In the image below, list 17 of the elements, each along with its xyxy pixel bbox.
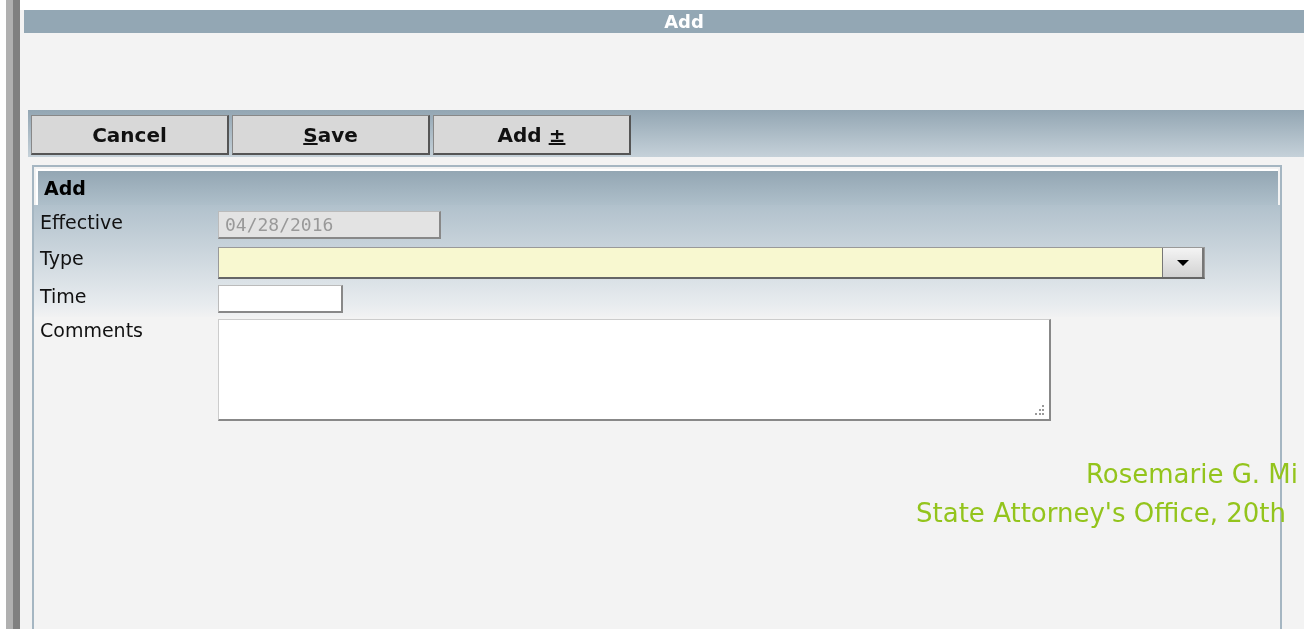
panel-title: Add: [44, 177, 86, 199]
resize-grip-icon: [1033, 404, 1045, 416]
toolbar-button[interactable]: Cancel: [31, 115, 229, 155]
toolbar-button[interactable]: Save: [232, 115, 430, 155]
field-label: Type: [39, 247, 85, 269]
dropdown-button[interactable]: [1162, 248, 1204, 277]
caret-icon: [1175, 258, 1190, 267]
toolbar-button[interactable]: Add ±: [433, 115, 631, 155]
field-label: Comments: [39, 319, 144, 341]
window-title: Add: [664, 11, 704, 32]
dropdown-field[interactable]: [218, 247, 1205, 279]
field-label: Time: [39, 285, 88, 307]
footer-text: Rosemarie G. Mi: [1085, 458, 1298, 491]
text-area[interactable]: [218, 319, 1051, 421]
input-field[interactable]: [218, 285, 343, 313]
footer-text: State Attorney's Office, 20th: [916, 497, 1286, 530]
field-label: Effective: [39, 211, 124, 233]
